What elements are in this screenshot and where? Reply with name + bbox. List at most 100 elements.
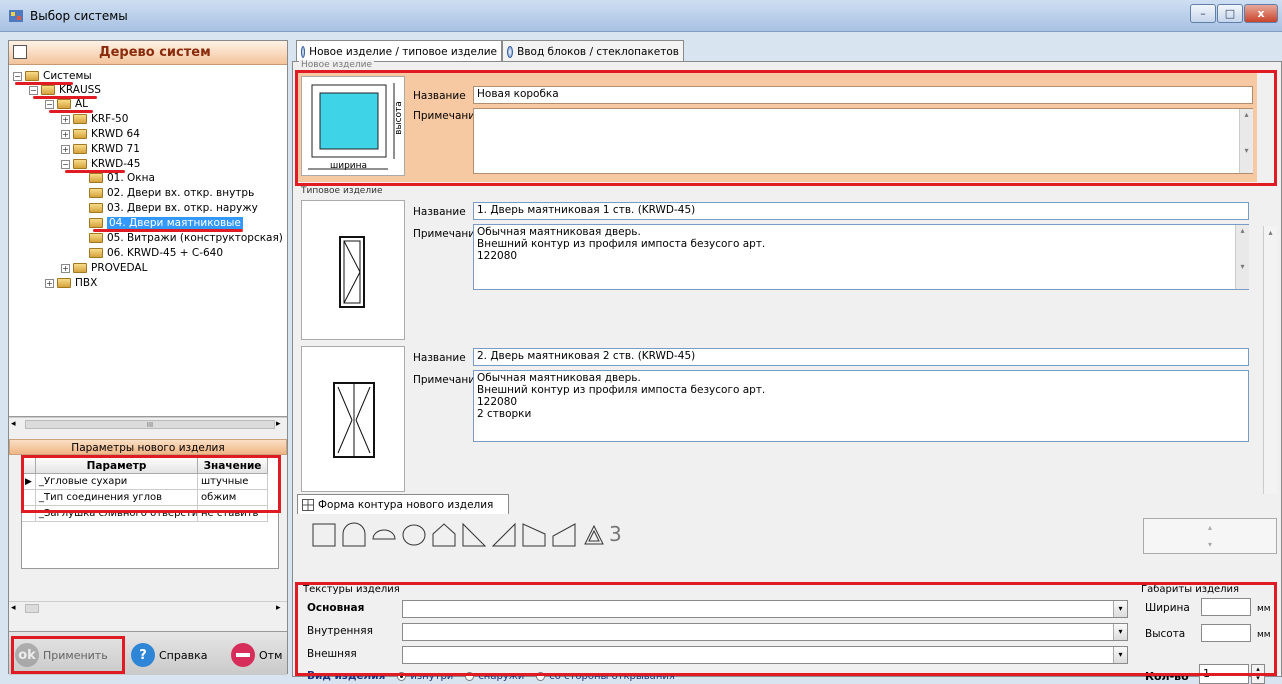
tree-toggle-icon[interactable] <box>13 45 27 59</box>
radio-dot[interactable] <box>536 671 546 681</box>
cancel-icon <box>231 643 255 667</box>
pentagon-shape-icon[interactable] <box>431 522 457 548</box>
triangle-right-shape-icon[interactable] <box>491 522 517 548</box>
new-item-name-input[interactable]: Новая коробка <box>473 86 1253 104</box>
width-input[interactable] <box>1201 598 1251 616</box>
semicircle-shape-icon[interactable] <box>371 522 397 548</box>
scroll-right-icon[interactable]: ▸ <box>276 603 281 613</box>
quantity-input[interactable]: 1 <box>1199 664 1249 684</box>
tree-node-provedal[interactable]: + PROVEDAL <box>61 261 147 275</box>
tree-node-stained-glass[interactable]: 05. Витражи (конструкторская) <box>89 231 283 245</box>
tree-node-doors-out[interactable]: 03. Двери вх. откр. наружу <box>89 201 258 215</box>
param-name[interactable]: _Заглушка сливного отверстия <box>36 506 198 522</box>
trapezoid-left-shape-icon[interactable] <box>461 522 487 548</box>
shape-spinner[interactable]: ▴ ▾ <box>1143 518 1277 554</box>
typical-item-thumbnail[interactable] <box>301 200 405 340</box>
inner-texture-select[interactable]: ▾ <box>402 623 1128 641</box>
pentagon-right-shape-icon[interactable] <box>521 522 547 548</box>
expand-icon[interactable]: + <box>61 263 70 273</box>
param-value[interactable]: обжим <box>198 490 268 506</box>
tree-node-krwd64[interactable]: + KRWD 64 <box>61 127 140 141</box>
tree-node-krwd45[interactable]: − KRWD-45 <box>61 157 140 171</box>
param-value[interactable]: штучные <box>198 474 268 490</box>
expand-icon[interactable]: + <box>61 129 70 139</box>
outer-texture-select[interactable]: ▾ <box>402 646 1128 664</box>
tree-node-windows[interactable]: 01. Окна <box>89 171 155 185</box>
view-radio-inside[interactable]: изнутри <box>397 671 453 682</box>
close-button[interactable]: x <box>1244 4 1278 23</box>
custom-shape-glyph[interactable]: 3 <box>609 522 622 546</box>
tree-horizontal-scrollbar[interactable]: ◂ III ▸ <box>9 417 287 431</box>
arch-shape-icon[interactable] <box>341 522 367 548</box>
rectangle-shape-icon[interactable] <box>311 522 337 548</box>
tab-contour-shape[interactable]: Форма контура нового изделия <box>297 494 509 514</box>
height-input[interactable] <box>1201 624 1251 642</box>
tree-node-krf50[interactable]: + KRF-50 <box>61 112 128 126</box>
typical-list-scrollbar[interactable]: ▴ <box>1263 226 1277 494</box>
texture-group-label: Текстуры изделия <box>301 584 402 595</box>
tree-header: Дерево систем <box>9 41 287 65</box>
tab-blocks[interactable]: Ввод блоков / стеклопакетов <box>502 40 684 62</box>
expand-icon[interactable]: + <box>61 114 70 124</box>
tree-node-krwd45-c640[interactable]: 06. KRWD-45 + С-640 <box>89 246 223 260</box>
dropdown-arrow-icon[interactable]: ▾ <box>1113 647 1127 663</box>
tree-node-doors-in[interactable]: 02. Двери вх. откр. внутрь <box>89 186 254 200</box>
typical-item-name[interactable]: 2. Дверь маятниковая 2 ств. (KRWD-45) <box>473 348 1249 366</box>
new-item-thumbnail[interactable]: ширина высота <box>301 76 405 176</box>
scroll-right-icon[interactable]: ▸ <box>276 419 281 429</box>
apply-button[interactable]: ok Применить <box>15 640 108 670</box>
tree-node-pendulum-doors[interactable]: 04. Двери маятниковые <box>89 216 243 230</box>
expand-icon[interactable]: + <box>61 144 70 154</box>
param-value[interactable]: не ставить <box>198 506 268 522</box>
minimize-button[interactable]: – <box>1190 4 1216 23</box>
scroll-left-icon[interactable]: ◂ <box>11 603 16 613</box>
param-name[interactable]: _Угловые сухари <box>36 474 198 490</box>
col-header-value[interactable]: Значение <box>198 458 268 474</box>
typical-item-note[interactable]: Обычная маятниковая дверь. Внешний конту… <box>473 370 1249 442</box>
system-tree[interactable]: − Системы − KRAUSS − AL + KRF-50 + KRWD 64 + K… <box>9 65 287 417</box>
slope-shape-icon[interactable] <box>551 522 577 548</box>
typical-item-card[interactable]: Название 2. Дверь маятниковая 2 ств. (KR… <box>297 346 1257 492</box>
triangle-shape-icon[interactable] <box>581 522 607 548</box>
view-radio-opening-side[interactable]: со стороны открывания <box>536 671 675 682</box>
tree-node-label: KRWD 71 <box>91 143 140 155</box>
note-label: Примечание <box>413 374 482 386</box>
scroll-thumb[interactable] <box>25 604 39 613</box>
help-button[interactable]: ? Справка <box>131 640 207 670</box>
tree-node-systems[interactable]: − Системы <box>13 69 92 83</box>
new-item-note-input[interactable] <box>473 108 1253 174</box>
typical-item-card[interactable]: Название 1. Дверь маятниковая 1 ств. (KR… <box>297 200 1257 342</box>
radio-label: изнутри <box>410 670 454 682</box>
tab-new-item[interactable]: Новое изделие / типовое изделие <box>296 40 502 62</box>
collapse-icon[interactable]: − <box>13 71 22 81</box>
tree-node-krwd71[interactable]: + KRWD 71 <box>61 142 140 156</box>
typical-item-thumbnail[interactable] <box>301 346 405 492</box>
note-scrollbar[interactable]: ▴ ▾ <box>1239 109 1253 173</box>
dropdown-arrow-icon[interactable]: ▾ <box>1113 601 1127 617</box>
radio-dot[interactable] <box>465 671 475 681</box>
tree-node-pvc[interactable]: + ПВХ <box>45 276 97 290</box>
collapse-icon[interactable]: − <box>45 99 54 109</box>
param-name[interactable]: _Тип соединения углов <box>36 490 198 506</box>
collapse-icon[interactable]: − <box>61 159 70 169</box>
collapse-icon[interactable]: − <box>29 85 38 95</box>
maximize-button[interactable]: □ <box>1217 4 1243 23</box>
params-horizontal-scrollbar[interactable]: ◂ ▸ <box>9 601 287 615</box>
dropdown-arrow-icon[interactable]: ▾ <box>1113 624 1127 640</box>
scroll-left-icon[interactable]: ◂ <box>11 419 16 429</box>
params-grid[interactable]: Параметр Значение ▶ _Угловые сухари штуч… <box>21 457 279 569</box>
cancel-button[interactable]: Отм <box>231 640 282 670</box>
tree-node-krauss[interactable]: − KRAUSS <box>29 83 101 97</box>
circle-shape-icon[interactable] <box>401 522 427 548</box>
view-radio-outside[interactable]: снаружи <box>465 671 524 682</box>
col-header-param[interactable]: Параметр <box>36 458 198 474</box>
main-texture-select[interactable]: ▾ <box>402 600 1128 618</box>
radio-dot[interactable] <box>397 671 407 681</box>
tree-node-al[interactable]: − AL <box>45 97 88 111</box>
typical-item-name[interactable]: 1. Дверь маятниковая 1 ств. (KRWD-45) <box>473 202 1249 220</box>
expand-icon[interactable]: + <box>45 278 54 288</box>
typical-item-note[interactable]: Обычная маятниковая дверь. Внешний конту… <box>473 224 1249 290</box>
note-scrollbar[interactable]: ▴ ▾ <box>1235 225 1249 289</box>
quantity-stepper[interactable]: ▴ ▾ <box>1251 664 1265 684</box>
scroll-thumb[interactable]: III <box>25 420 275 429</box>
